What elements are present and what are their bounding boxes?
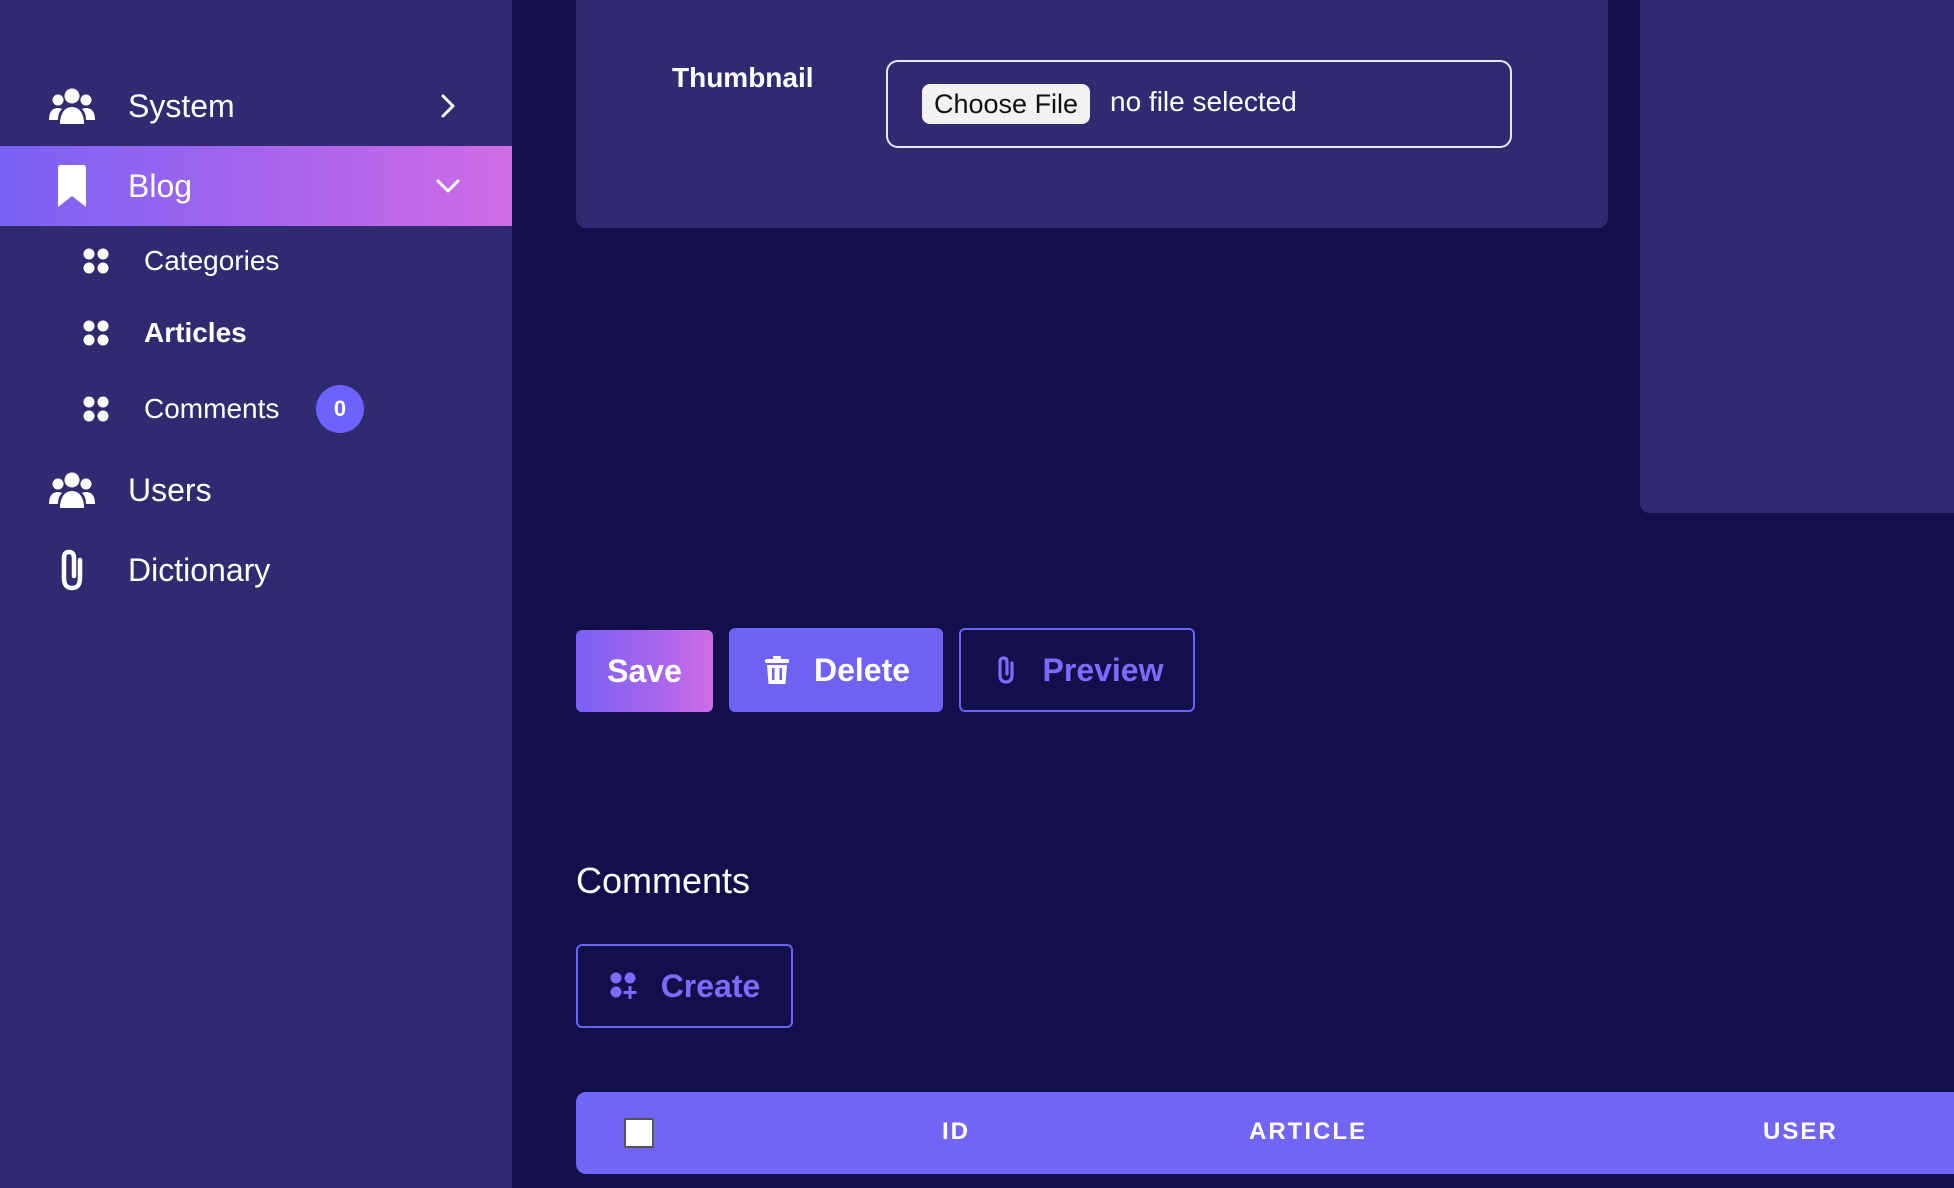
- trash-icon: [762, 655, 792, 685]
- users-icon: [48, 466, 96, 514]
- select-all-checkbox[interactable]: [624, 1118, 654, 1148]
- preview-button[interactable]: Preview: [959, 628, 1195, 712]
- sidebar-item-label: Comments: [144, 393, 280, 424]
- comments-count-badge: 0: [316, 385, 364, 433]
- paperclip-icon: [48, 546, 96, 594]
- sidebar-item-blog[interactable]: Blog: [0, 146, 512, 226]
- users-icon: [48, 82, 96, 130]
- grid-icon: [80, 393, 112, 425]
- sidebar-item-articles[interactable]: Articles: [0, 301, 512, 365]
- sidebar-item-label: Dictionary: [128, 551, 271, 588]
- delete-button[interactable]: Delete: [729, 628, 943, 712]
- sidebar-item-label: Blog: [128, 167, 193, 204]
- sidebar-item-label: System: [128, 87, 235, 124]
- create-comment-button[interactable]: Create: [576, 944, 793, 1028]
- grid-icon: [80, 245, 112, 277]
- delete-button-label: Delete: [813, 651, 911, 688]
- chevron-right-icon: [432, 90, 464, 122]
- file-status-text: no file selected: [1110, 86, 1297, 117]
- paperclip-icon: [991, 655, 1021, 685]
- column-header-user[interactable]: USER: [1763, 1118, 1838, 1146]
- save-button[interactable]: Save: [576, 630, 713, 712]
- comments-section-title: Comments: [576, 860, 751, 901]
- sidebar-item-label: Users: [128, 471, 212, 508]
- sidebar-item-comments[interactable]: Comments 0: [0, 377, 512, 441]
- grid-icon: [80, 317, 112, 349]
- thumbnail-file-input[interactable]: Choose File no file selected: [886, 60, 1512, 148]
- sidebar: System Blog Categories Articles Comments…: [0, 0, 512, 1188]
- column-header-article[interactable]: ARTICLE: [1249, 1118, 1367, 1146]
- create-button-label: Create: [660, 967, 761, 1004]
- sidebar-item-categories[interactable]: Categories: [0, 229, 512, 293]
- thumbnail-label: Thumbnail: [672, 62, 814, 93]
- sidebar-item-users[interactable]: Users: [0, 450, 512, 530]
- column-header-id[interactable]: ID: [942, 1118, 970, 1146]
- sidebar-item-label: Articles: [144, 317, 247, 348]
- bookmark-icon: [48, 162, 96, 210]
- sidebar-item-label: Categories: [144, 245, 280, 276]
- preview-button-label: Preview: [1042, 651, 1164, 688]
- save-button-label: Save: [607, 652, 682, 689]
- sidebar-item-dictionary[interactable]: Dictionary: [0, 530, 512, 610]
- side-panel: [1640, 0, 1954, 513]
- chevron-down-icon: [432, 170, 464, 202]
- choose-file-button[interactable]: Choose File: [922, 84, 1091, 124]
- app-root: System Blog Categories Articles Comments…: [0, 0, 1954, 1188]
- grid-add-icon: [609, 971, 639, 1001]
- sidebar-item-system[interactable]: System: [0, 66, 512, 146]
- comments-table-header: ID ARTICLE USER: [576, 1092, 1954, 1174]
